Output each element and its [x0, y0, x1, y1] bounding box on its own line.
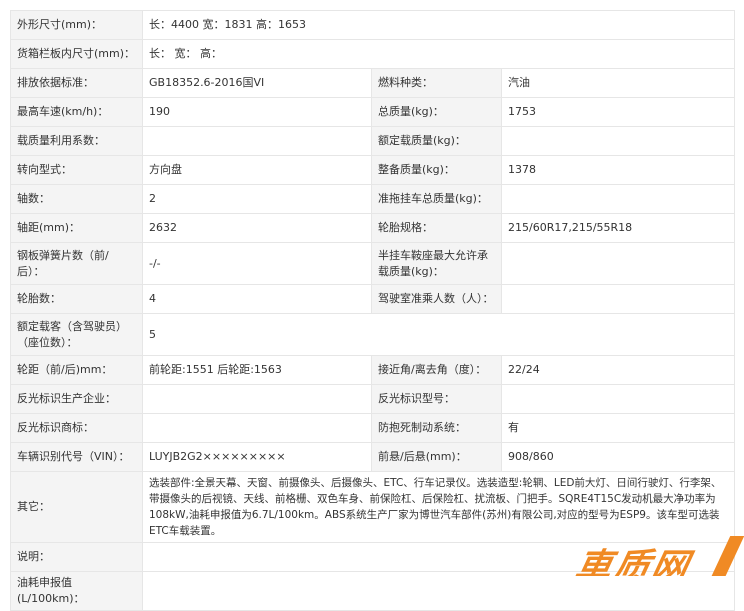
row-value-2: 1378: [500, 155, 736, 185]
row-label: 说明：: [10, 542, 143, 572]
row-value-2: 908/860: [500, 442, 736, 472]
table-row: 排放依据标准： GB18352.6-2016国VI 燃料种类： 汽油: [10, 68, 736, 98]
row-value: 长： 宽： 高：: [141, 39, 736, 69]
table-row: 外形尺寸(mm)： 长：4400 宽：1831 高：1653: [10, 10, 736, 40]
row-label-2: 燃料种类：: [371, 68, 502, 98]
row-value: [142, 413, 372, 443]
row-label: 反光标识商标：: [10, 413, 143, 443]
row-label-2: 前悬/后悬(mm)：: [371, 442, 502, 472]
row-label: 反光标识生产企业：: [10, 384, 143, 414]
row-label: 排放依据标准：: [10, 68, 143, 98]
table-row: 轮胎数： 4 驾驶室准乘人数（人）：: [10, 284, 736, 314]
row-label: 最高车速(km/h)：: [10, 97, 143, 127]
row-value-2: [500, 184, 736, 214]
row-value-2: 1753: [500, 97, 736, 127]
table-row: 反光标识商标： 防抱死制动系统： 有: [10, 413, 736, 443]
table-row: 其它： 选装部件:全景天幕、天窗、前摄像头、后摄像头、ETC、行车记录仪。选装造…: [10, 471, 736, 543]
row-value: GB18352.6-2016国VI: [142, 68, 372, 98]
table-row: 油耗申报值(L/100km)：: [10, 571, 736, 611]
row-value: 2632: [142, 213, 372, 243]
row-value: 2: [142, 184, 372, 214]
row-label-2: 总质量(kg)：: [371, 97, 502, 127]
row-label: 轴数：: [10, 184, 143, 214]
row-label-2: 接近角/离去角（度）：: [371, 355, 502, 385]
table-row: 轴距(mm)： 2632 轮胎规格： 215/60R17,215/55R18: [10, 213, 736, 243]
table-row: 载质量利用系数： 额定载质量(kg)：: [10, 126, 736, 156]
row-label: 转向型式：: [10, 155, 143, 185]
watermark-text: 車质网: [572, 547, 694, 576]
row-label-2: 轮胎规格：: [371, 213, 502, 243]
row-label: 其它：: [10, 471, 143, 543]
row-label: 轴距(mm)：: [10, 213, 143, 243]
table-row: 钢板弹簧片数（前/后）： -/- 半挂车鞍座最大允许承载质量(kg)：: [10, 242, 736, 285]
row-value-2: 有: [500, 413, 736, 443]
row-label: 载质量利用系数：: [10, 126, 143, 156]
row-label-2: 防抱死制动系统：: [371, 413, 502, 443]
row-value: LUYJB2G2×××××××××: [142, 442, 372, 472]
row-label-2: 驾驶室准乘人数（人）：: [371, 284, 502, 314]
row-label: 油耗申报值(L/100km)：: [10, 571, 143, 611]
table-row: 反光标识生产企业： 反光标识型号：: [10, 384, 736, 414]
table-row: 轴数： 2 准拖挂车总质量(kg)：: [10, 184, 736, 214]
watermark-slash-icon: [708, 536, 744, 576]
row-value: 前轮距:1551 后轮距:1563: [142, 355, 372, 385]
row-value: -/-: [142, 242, 372, 285]
spec-table: 外形尺寸(mm)： 长：4400 宽：1831 高：1653 货箱栏板内尺寸(m…: [10, 10, 736, 611]
row-label-2: 整备质量(kg)：: [371, 155, 502, 185]
row-label-2: 额定载质量(kg)：: [371, 126, 502, 156]
row-value-2: [500, 284, 736, 314]
row-label-2: 半挂车鞍座最大允许承载质量(kg)：: [371, 242, 502, 285]
row-value: 5: [141, 313, 736, 356]
row-label: 额定载客（含驾驶员）（座位数）：: [10, 313, 143, 356]
row-label: 轮距（前/后)mm：: [10, 355, 143, 385]
row-value: [142, 384, 372, 414]
row-label: 钢板弹簧片数（前/后）：: [10, 242, 143, 285]
row-value-2: [500, 384, 736, 414]
row-label: 外形尺寸(mm)：: [10, 10, 143, 40]
row-value: [141, 571, 736, 611]
row-value: 4: [142, 284, 372, 314]
table-row: 轮距（前/后)mm： 前轮距:1551 后轮距:1563 接近角/离去角（度）：…: [10, 355, 736, 385]
row-value-2: [500, 126, 736, 156]
row-label-2: 准拖挂车总质量(kg)：: [371, 184, 502, 214]
row-label: 轮胎数：: [10, 284, 143, 314]
row-value: [142, 126, 372, 156]
row-value-2: [500, 242, 736, 285]
row-value-2: 22/24: [500, 355, 736, 385]
row-value: 选装部件:全景天幕、天窗、前摄像头、后摄像头、ETC、行车记录仪。选装造型:轮辋…: [141, 471, 736, 543]
table-row: 额定载客（含驾驶员）（座位数）： 5: [10, 313, 736, 356]
row-value: 190: [142, 97, 372, 127]
row-value-2: 215/60R17,215/55R18: [500, 213, 736, 243]
row-value: 方向盘: [142, 155, 372, 185]
row-label: 车辆识别代号（VIN）：: [10, 442, 143, 472]
table-row: 货箱栏板内尺寸(mm)： 长： 宽： 高：: [10, 39, 736, 69]
watermark-logo: 車质网: [572, 536, 744, 576]
table-row: 最高车速(km/h)： 190 总质量(kg)： 1753: [10, 97, 736, 127]
row-value-2: 汽油: [500, 68, 736, 98]
row-label: 货箱栏板内尺寸(mm)：: [10, 39, 143, 69]
table-row: 转向型式： 方向盘 整备质量(kg)： 1378: [10, 155, 736, 185]
row-label-2: 反光标识型号：: [371, 384, 502, 414]
table-row: 车辆识别代号（VIN）： LUYJB2G2××××××××× 前悬/后悬(mm)…: [10, 442, 736, 472]
row-value: 长：4400 宽：1831 高：1653: [141, 10, 736, 40]
